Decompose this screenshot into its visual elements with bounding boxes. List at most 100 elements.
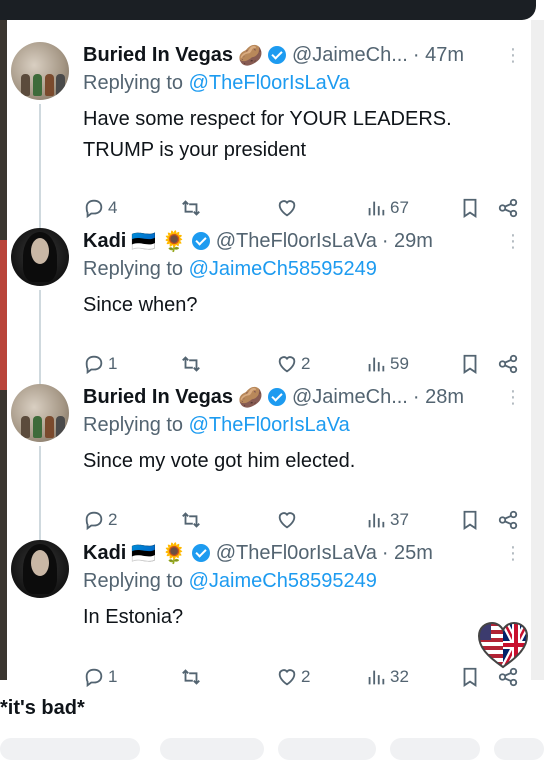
bottom-pill[interactable] [390, 738, 480, 760]
left-strip-accent [0, 240, 7, 390]
more-options-icon[interactable]: ⋮ [503, 226, 523, 256]
user-handle[interactable]: @JaimeCh... [292, 44, 408, 67]
retweet-button[interactable] [180, 662, 205, 692]
reply-icon [85, 668, 103, 688]
reply-icon [85, 199, 103, 219]
tweet-text: Have some respect for YOUR LEADERS. TRUM… [83, 108, 452, 161]
like-count: 2 [301, 354, 311, 373]
display-name[interactable]: Buried In Vegas [83, 44, 233, 67]
display-name[interactable]: Buried In Vegas [83, 386, 233, 409]
view-count: 59 [390, 354, 409, 373]
views-button[interactable]: 37 [365, 505, 409, 535]
more-options-icon[interactable]: ⋮ [503, 538, 523, 568]
like-button[interactable]: 2 [276, 662, 310, 692]
verified-icon[interactable] [191, 544, 210, 562]
bottom-pill[interactable] [0, 738, 140, 760]
avatar-face [31, 550, 49, 576]
reply-icon [85, 355, 103, 375]
replying-to: Replying to @TheFl0orIsLaVa [83, 414, 350, 437]
verified-icon[interactable] [267, 46, 286, 64]
share-button[interactable] [497, 193, 519, 223]
tweet-actions: 1 2 59 [83, 349, 523, 379]
bottom-pill[interactable] [278, 738, 376, 760]
avatar[interactable] [11, 384, 69, 442]
replying-to-link[interactable]: @TheFl0orIsLaVa [189, 414, 350, 436]
like-button[interactable] [276, 193, 301, 223]
share-icon [498, 510, 518, 530]
retweet-icon [182, 356, 200, 372]
user-handle[interactable]: @TheFl0orIsLaVa [216, 542, 377, 565]
top-bar [0, 0, 536, 20]
retweet-icon [182, 669, 200, 685]
views-button[interactable]: 59 [365, 349, 409, 379]
reply-button[interactable]: 4 [83, 193, 117, 223]
name-emoji: 🇪🇪 🌻 [131, 230, 187, 253]
share-button[interactable] [497, 505, 519, 535]
replying-to-link[interactable]: @TheFl0orIsLaVa [189, 72, 350, 94]
caption-text: *it's bad* [0, 697, 85, 719]
retweet-button[interactable] [180, 349, 205, 379]
avatar[interactable] [11, 228, 69, 286]
replying-prefix: Replying to [83, 72, 189, 94]
replying-to: Replying to @JaimeCh58595249 [83, 570, 377, 593]
avatar-figure [45, 74, 54, 96]
views-button[interactable]: 67 [365, 193, 409, 223]
replying-prefix: Replying to [83, 258, 189, 280]
retweet-button[interactable] [180, 505, 205, 535]
replying-prefix: Replying to [83, 414, 189, 436]
flag-heart-badge-icon [477, 621, 529, 669]
timestamp[interactable]: · 25m [382, 542, 433, 565]
reply-button[interactable]: 1 [83, 349, 117, 379]
more-options-icon[interactable]: ⋮ [503, 382, 523, 412]
tweet-actions: 1 2 32 [83, 662, 523, 692]
view-count: 37 [390, 510, 409, 529]
like-button[interactable]: 2 [276, 349, 310, 379]
bookmark-button[interactable] [459, 349, 481, 379]
avatar-figure [56, 416, 65, 438]
tweet-text: Since my vote got him elected. [83, 450, 356, 472]
avatar[interactable] [11, 540, 69, 598]
avatar-figure [56, 74, 65, 96]
bookmark-button[interactable] [459, 193, 481, 223]
avatar[interactable] [11, 42, 69, 100]
views-icon [368, 670, 385, 685]
bottom-pill[interactable] [494, 738, 544, 760]
display-name[interactable]: Kadi [83, 542, 126, 565]
views-icon [368, 357, 385, 372]
display-name[interactable]: Kadi [83, 230, 126, 253]
views-button[interactable]: 32 [365, 662, 409, 692]
share-button[interactable] [497, 349, 519, 379]
tweet-text: In Estonia? [83, 606, 184, 628]
bookmark-icon [463, 354, 477, 374]
avatar-figure [21, 416, 30, 438]
like-button[interactable] [276, 505, 301, 535]
bookmark-button[interactable] [459, 505, 481, 535]
bottom-pill[interactable] [160, 738, 264, 760]
user-handle[interactable]: @JaimeCh... [292, 386, 408, 409]
thread-connector [39, 104, 41, 244]
tweet-header: Kadi 🇪🇪 🌻 @TheFl0orIsLaVa · 29m [83, 226, 433, 256]
thread-connector [39, 446, 41, 541]
retweet-button[interactable] [180, 193, 205, 223]
replying-to: Replying to @TheFl0orIsLaVa [83, 72, 350, 95]
tweet-header: Buried In Vegas 🥔 @JaimeCh... · 47m [83, 40, 464, 70]
bookmark-icon [463, 198, 477, 218]
retweet-icon [182, 200, 200, 216]
timestamp[interactable]: · 47m [413, 44, 464, 67]
replying-to-link[interactable]: @JaimeCh58595249 [189, 258, 377, 280]
views-icon [368, 201, 385, 216]
reply-button[interactable]: 1 [83, 662, 117, 692]
user-handle[interactable]: @TheFl0orIsLaVa [216, 230, 377, 253]
reply-button[interactable]: 2 [83, 505, 117, 535]
timestamp[interactable]: · 29m [382, 230, 433, 253]
verified-icon[interactable] [267, 388, 286, 406]
avatar-figure [33, 74, 42, 96]
verified-icon[interactable] [191, 232, 210, 250]
bottom-action-bar [0, 738, 544, 760]
avatar-figure [21, 74, 30, 96]
more-options-icon[interactable]: ⋮ [503, 40, 523, 70]
replying-to-link[interactable]: @JaimeCh58595249 [189, 570, 377, 592]
heart-icon [278, 356, 296, 373]
right-background-strip [531, 20, 544, 680]
timestamp[interactable]: · 28m [413, 386, 464, 409]
